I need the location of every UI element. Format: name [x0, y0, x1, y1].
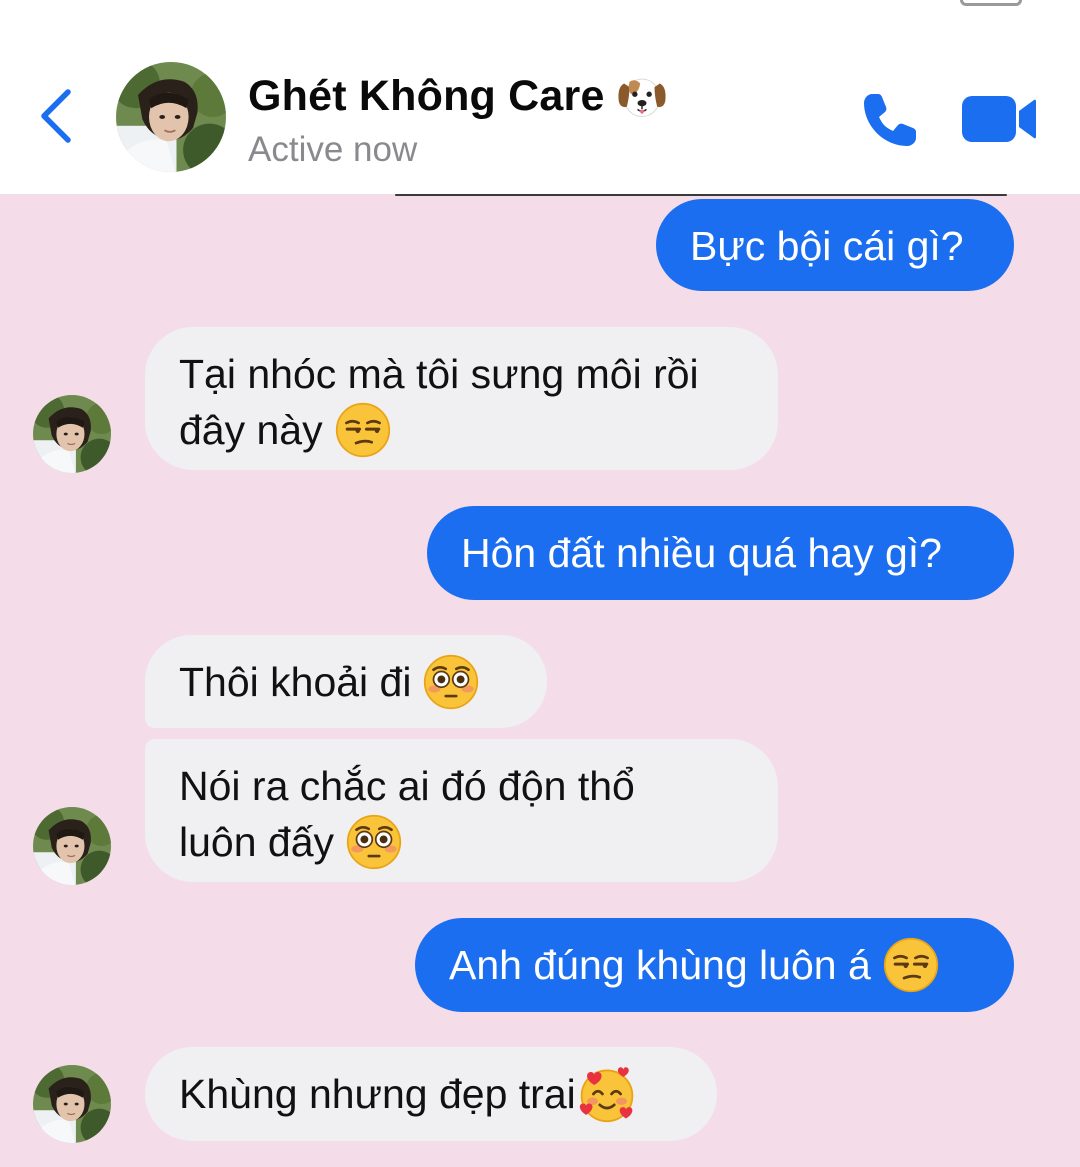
back-button[interactable] — [30, 84, 86, 148]
video-call-button[interactable] — [960, 92, 1038, 146]
outgoing-message[interactable]: Bực bội cái gì? — [656, 199, 1014, 291]
message-text-line1: Nói ra chắc ai đó độn thổ — [179, 763, 635, 809]
sender-avatar[interactable] — [33, 395, 111, 473]
unamused-face-icon — [883, 937, 939, 993]
outgoing-message[interactable]: Hôn đất nhiều quá hay gì? — [427, 506, 1014, 600]
scroll-divider — [395, 194, 1007, 196]
active-status: Active now — [248, 130, 418, 169]
chat-header: Ghét Không Care Active now — [0, 0, 1080, 194]
incoming-message[interactable]: Nói ra chắc ai đó độn thổ luôn đấy — [145, 739, 778, 882]
incoming-message[interactable]: Tại nhóc mà tôi sưng môi rồi đây này — [145, 327, 778, 470]
phone-icon — [864, 94, 916, 146]
smiling-face-with-hearts-icon — [578, 1065, 636, 1123]
chevron-left-icon — [41, 89, 71, 143]
message-text: Anh đúng khùng luôn á — [449, 942, 871, 988]
contact-avatar[interactable] — [116, 62, 226, 172]
contact-title-block[interactable]: Ghét Không Care Active now — [248, 68, 669, 170]
dog-face-icon — [618, 78, 666, 117]
unamused-face-icon — [335, 402, 391, 458]
message-text: Thôi khoải đi — [179, 658, 412, 705]
message-text-line2: luôn đấy — [179, 819, 335, 865]
flushed-face-icon — [423, 654, 479, 710]
message-list[interactable]: Bực bội cái gì? Tại nhóc mà tôi sưng môi… — [0, 194, 1080, 1167]
sender-avatar[interactable] — [33, 1065, 111, 1143]
video-camera-icon — [962, 96, 1036, 142]
message-text: Hôn đất nhiều quá hay gì? — [461, 530, 942, 576]
message-text: Khùng nhưng đẹp trai — [179, 1071, 576, 1117]
flushed-face-icon — [346, 814, 402, 870]
incoming-message[interactable]: Khùng nhưng đẹp trai — [145, 1047, 717, 1141]
contact-name-row: Ghét Không Care — [248, 68, 669, 124]
voice-call-button[interactable] — [858, 88, 922, 152]
message-text-line1: Tại nhóc mà tôi sưng môi rồi — [179, 351, 699, 397]
sender-avatar[interactable] — [33, 807, 111, 885]
battery-indicator — [960, 0, 1022, 6]
incoming-message[interactable]: Thôi khoải đi — [145, 635, 547, 728]
outgoing-message[interactable]: Anh đúng khùng luôn á — [415, 918, 1014, 1012]
contact-name: Ghét Không Care — [248, 71, 605, 120]
message-text-line2: đây này — [179, 407, 323, 453]
message-text: Bực bội cái gì? — [690, 223, 964, 269]
